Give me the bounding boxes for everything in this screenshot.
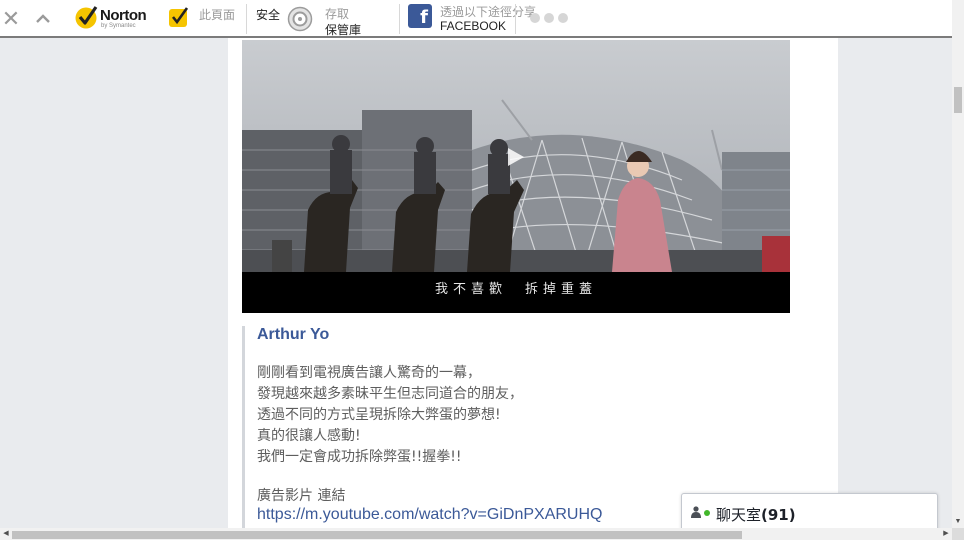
horizontal-scroll-thumb[interactable] bbox=[12, 531, 742, 539]
message-line: 真的很讓人感動! bbox=[257, 428, 361, 444]
norton-brand-sub: by Symantec bbox=[101, 23, 136, 29]
vertical-scrollbar[interactable] bbox=[952, 0, 964, 540]
share-label-line2[interactable]: FACEBOOK bbox=[440, 19, 506, 33]
person-icon bbox=[691, 506, 701, 518]
quote-bar bbox=[242, 326, 245, 540]
share-label-line1: 透過以下途徑分享 bbox=[440, 5, 537, 19]
norton-brand: Norton bbox=[100, 7, 147, 24]
message-line: 發現越來越多素昧平生但志同道合的朋友， bbox=[257, 386, 523, 402]
norton-check-icon bbox=[75, 6, 98, 29]
message-line: 我們一定會成功拆除弊蛋!!握拳!! bbox=[257, 449, 462, 465]
facebook-icon[interactable]: f bbox=[408, 4, 432, 28]
video-frame bbox=[242, 40, 790, 313]
norton-toolbar: ✕ Norton by Symantec 此頁面 安全 存取 保管庫 f 透過以… bbox=[0, 0, 952, 38]
message-line: 透過不同的方式呈現拆除大弊蛋的夢想! bbox=[257, 407, 501, 423]
collapse-icon[interactable] bbox=[33, 0, 53, 38]
play-icon[interactable] bbox=[505, 146, 527, 168]
chat-count: (91) bbox=[761, 506, 796, 524]
page-label: 此頁面 bbox=[199, 8, 236, 22]
safe-label[interactable]: 安全 bbox=[256, 6, 280, 23]
video-subtitle: 我不喜歡 拆掉重蓋 bbox=[434, 282, 597, 297]
vault-icon[interactable] bbox=[287, 6, 313, 32]
vault-label-line1[interactable]: 存取 bbox=[325, 5, 349, 22]
post-message: 剛剛看到電視廣告讓人驚奇的一幕， 發現越來越多素昧平生但志同道合的朋友， 透過不… bbox=[257, 363, 677, 468]
youtube-link[interactable]: https://m.youtube.com/watch?v=GiDnPXARUH… bbox=[257, 506, 602, 524]
scroll-down-icon[interactable]: ▼ bbox=[952, 516, 964, 528]
separator bbox=[515, 4, 516, 34]
link-label: 廣告影片 連結 bbox=[257, 488, 346, 504]
post-author[interactable]: Arthur Yo bbox=[257, 326, 329, 344]
scroll-right-icon[interactable]: ▶ bbox=[940, 528, 952, 540]
safe-check-icon[interactable] bbox=[168, 6, 190, 28]
loading-dots-icon bbox=[530, 13, 568, 23]
vault-label-line2[interactable]: 保管庫 bbox=[325, 21, 361, 38]
norton-logo[interactable]: Norton by Symantec bbox=[74, 4, 152, 32]
close-icon[interactable]: ✕ bbox=[2, 0, 20, 38]
chat-title: 聊天室 bbox=[716, 506, 762, 524]
video-thumbnail[interactable]: 我不喜歡 拆掉重蓋 bbox=[242, 40, 790, 313]
message-line: 剛剛看到電視廣告讓人驚奇的一幕， bbox=[257, 365, 481, 381]
vertical-scroll-thumb[interactable] bbox=[954, 87, 962, 113]
scrollbar-corner bbox=[952, 528, 964, 540]
online-dot-icon bbox=[704, 510, 710, 516]
separator bbox=[246, 4, 247, 34]
chat-label: 聊天室(91) bbox=[716, 504, 796, 525]
scroll-left-icon[interactable]: ◀ bbox=[0, 528, 12, 540]
separator bbox=[399, 4, 400, 34]
